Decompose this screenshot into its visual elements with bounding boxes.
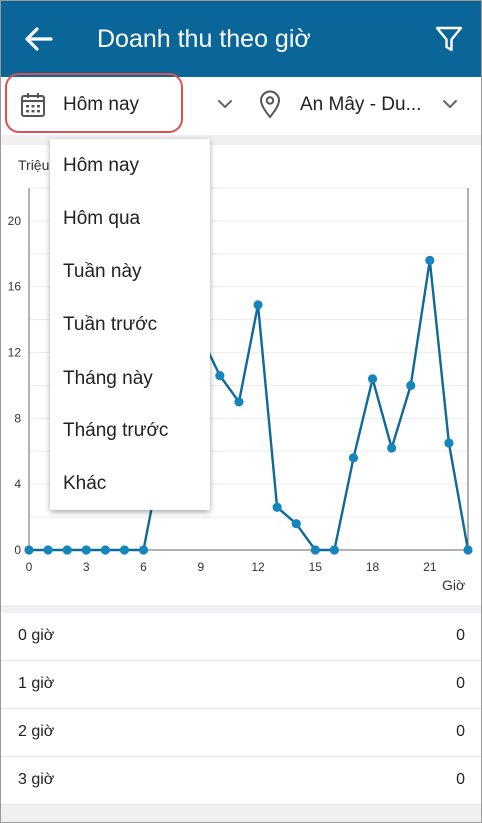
- y-tick-label: 4: [14, 477, 21, 491]
- y-tick-label: 20: [8, 214, 22, 228]
- hour-label: 0 giờ: [18, 627, 55, 644]
- app-screen: Doanh thu theo giờ Hôm nay An Mây - Du..…: [0, 0, 482, 823]
- data-point: [444, 438, 454, 448]
- arrow-left-icon[interactable]: [21, 23, 57, 55]
- list-item[interactable]: 1 giờ 0: [1, 661, 481, 709]
- list-item[interactable]: 2 giờ 0: [1, 709, 481, 757]
- x-tick-label: 18: [366, 560, 380, 574]
- data-point: [387, 443, 397, 453]
- list-item[interactable]: 3 giờ 0: [1, 757, 481, 805]
- x-tick-label: 21: [423, 560, 437, 574]
- data-point: [100, 545, 110, 555]
- y-tick-label: 16: [8, 280, 22, 294]
- y-tick-label: 8: [14, 411, 21, 425]
- hour-label: 2 giờ: [18, 723, 55, 740]
- revenue-value: 0: [456, 771, 465, 788]
- x-tick-label: 12: [251, 560, 265, 574]
- date-option[interactable]: Tuần trước: [63, 313, 157, 337]
- store-filter-value[interactable]: An Mây - Du...: [300, 93, 421, 117]
- data-point: [138, 545, 149, 555]
- funnel-icon[interactable]: [433, 23, 465, 55]
- data-point: [24, 545, 34, 555]
- data-point: [81, 545, 91, 555]
- date-filter-value[interactable]: Hôm nay: [63, 93, 139, 117]
- date-filter-dropdown: Hôm nay Hôm qua Tuần này Tuần trước Tháng nà…: [50, 139, 210, 510]
- x-axis-unit-label: Giờ: [442, 577, 466, 593]
- data-point: [272, 502, 282, 512]
- date-option[interactable]: Hôm qua: [63, 207, 140, 231]
- chevron-down-icon[interactable]: [441, 95, 459, 113]
- x-tick-label: 15: [309, 560, 323, 574]
- calendar-icon: [21, 93, 45, 117]
- x-tick-label: 9: [197, 560, 204, 574]
- data-point: [62, 545, 72, 555]
- chevron-down-icon[interactable]: [216, 95, 234, 113]
- data-point: [119, 545, 130, 555]
- hourly-revenue-list: 0 giờ 0 1 giờ 0 2 giờ 0 3 giờ 0: [1, 613, 481, 805]
- data-point: [253, 300, 263, 310]
- revenue-value: 0: [456, 723, 465, 740]
- x-tick-label: 0: [26, 560, 33, 574]
- date-option[interactable]: Tháng này: [63, 367, 153, 391]
- data-point: [463, 545, 473, 555]
- hour-label: 1 giờ: [18, 675, 55, 692]
- page-title: Doanh thu theo giờ: [97, 25, 311, 53]
- data-point: [425, 255, 435, 265]
- revenue-value: 0: [456, 675, 465, 692]
- date-option[interactable]: Tuần này: [63, 260, 142, 284]
- hour-label: 3 giờ: [18, 771, 55, 788]
- data-point: [43, 545, 53, 555]
- y-tick-label: 12: [8, 346, 22, 360]
- list-item[interactable]: 0 giờ 0: [1, 613, 481, 661]
- date-option[interactable]: Khác: [63, 472, 106, 496]
- revenue-value: 0: [456, 627, 465, 644]
- x-tick-label: 6: [140, 560, 147, 574]
- app-bar: Doanh thu theo giờ: [1, 1, 481, 77]
- data-point: [406, 380, 416, 391]
- y-tick-label: 0: [14, 543, 21, 557]
- x-tick-label: 3: [83, 560, 90, 574]
- location-pin-icon: [259, 90, 281, 119]
- data-point: [310, 545, 320, 555]
- y-axis-unit-label: Triệu: [18, 157, 50, 173]
- date-option[interactable]: Tháng trước: [63, 419, 168, 443]
- data-point: [215, 370, 225, 381]
- data-point: [234, 397, 244, 407]
- data-point: [348, 453, 359, 463]
- date-option[interactable]: Hôm nay: [63, 154, 139, 178]
- data-point: [367, 374, 378, 384]
- data-point: [291, 519, 301, 529]
- data-point: [329, 545, 339, 555]
